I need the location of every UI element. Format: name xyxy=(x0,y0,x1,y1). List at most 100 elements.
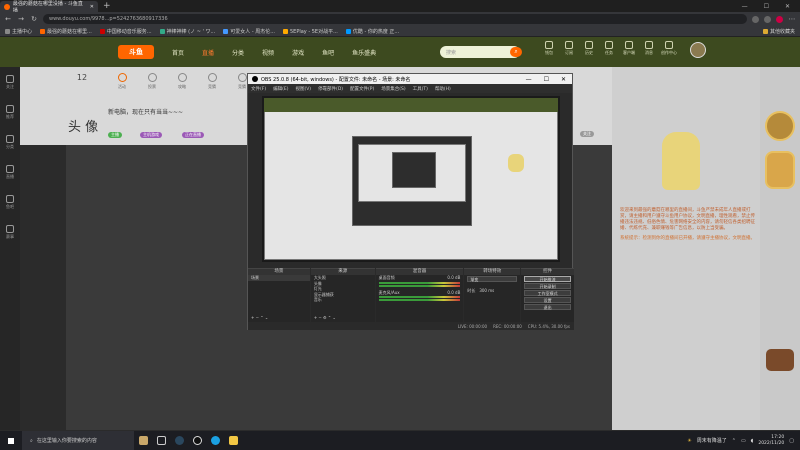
rail-live[interactable]: 直播 xyxy=(0,157,20,187)
rail-category[interactable]: 分类 xyxy=(0,127,20,157)
tray-chevron-icon[interactable]: ⌃ xyxy=(732,438,736,444)
quiz-icon[interactable]: 竞猜 xyxy=(198,73,226,90)
obs-menu-help[interactable]: 帮助(H) xyxy=(435,86,451,92)
steam-icon[interactable] xyxy=(170,431,188,450)
maximize-button[interactable]: ☐ xyxy=(764,3,769,10)
tab-close-icon[interactable]: ✕ xyxy=(90,4,94,10)
scene-item[interactable]: 场景 xyxy=(248,275,310,281)
obs-preview[interactable] xyxy=(262,96,560,262)
vote-icon[interactable]: 投票 xyxy=(138,73,166,90)
close-button[interactable]: ✕ xyxy=(785,3,790,10)
bookmark-folder[interactable]: 其他收藏夹 xyxy=(762,28,795,35)
start-recording-button[interactable]: 开始录制 xyxy=(524,283,571,289)
back-icon[interactable]: ← xyxy=(4,15,12,23)
edge-icon[interactable] xyxy=(206,431,224,450)
client-icon[interactable]: 客户端 xyxy=(620,41,638,56)
toolbar-count[interactable]: 12 xyxy=(68,73,96,82)
nav-live[interactable]: 直播 xyxy=(202,48,214,57)
notification-icon[interactable]: ▢ xyxy=(789,438,794,444)
obs-menu-docks[interactable]: 停靠部件(D) xyxy=(318,86,343,92)
activity-icon[interactable]: 活动 xyxy=(108,73,136,90)
obs-maximize-button[interactable]: ☐ xyxy=(544,76,549,83)
start-streaming-button[interactable]: 开始推流 xyxy=(524,276,571,282)
news-text[interactable]: 周末有降温了 xyxy=(697,437,727,444)
event-badge[interactable] xyxy=(766,349,794,371)
network-icon[interactable]: ▭ xyxy=(741,438,746,444)
nav-category[interactable]: 分类 xyxy=(232,48,244,57)
clock[interactable]: 17:20 2022/11/20 xyxy=(758,435,784,447)
browser-menu-icon[interactable]: ⋯ xyxy=(788,15,796,23)
obs-menu-edit[interactable]: 编辑(E) xyxy=(273,86,288,92)
task-icon[interactable]: 任务 xyxy=(600,41,618,56)
bookmark-item[interactable]: 最强的蘑菇在哪里... xyxy=(40,28,92,35)
taskbar-widget-icon[interactable] xyxy=(134,431,152,450)
guide-icon[interactable]: 攻略 xyxy=(168,73,196,90)
volume-meter xyxy=(378,281,461,284)
event-badge[interactable] xyxy=(765,151,795,189)
obs-menu-view[interactable]: 视图(V) xyxy=(295,86,311,92)
extension-icon[interactable] xyxy=(752,15,759,23)
scene-add-icon[interactable]: + − ⌃ ⌄ xyxy=(248,315,268,321)
tag-badge[interactable]: 主机游戏 xyxy=(140,132,162,138)
obs-close-button[interactable]: ✕ xyxy=(561,76,566,83)
rail-follow[interactable]: 关注 xyxy=(0,67,20,97)
taskbar-search[interactable]: ⌕ 在这里输入你要搜索的内容 xyxy=(22,431,134,450)
nav-festival[interactable]: 鱼乐盛典 xyxy=(352,48,376,57)
event-badge[interactable] xyxy=(765,111,795,141)
duration-input[interactable]: 300 ms xyxy=(479,288,494,294)
task-view-icon[interactable] xyxy=(152,431,170,450)
history-icon[interactable]: 历史 xyxy=(580,41,598,56)
wallet-icon[interactable]: 钱包 xyxy=(540,41,558,56)
weather-icon: ☀ xyxy=(687,437,692,444)
obs-minimize-button[interactable]: — xyxy=(526,76,532,83)
studio-mode-button[interactable]: 工作室模式 xyxy=(524,290,571,296)
browser-tab-active[interactable]: 最强的蘑菇在哪里没播 - 斗鱼直播 ✕ xyxy=(0,1,98,14)
cpu-status: CPU: 5.4%, 30.00 fps xyxy=(527,323,570,329)
file-explorer-icon[interactable] xyxy=(224,431,242,450)
nav-video[interactable]: 视频 xyxy=(262,48,274,57)
obs-menu-tools[interactable]: 工具(T) xyxy=(413,86,428,92)
bookmark-item[interactable]: 可爱女人 - 周杰伦... xyxy=(223,28,275,35)
extension-icon[interactable] xyxy=(764,15,771,23)
user-avatar[interactable] xyxy=(690,42,706,58)
subscribe-icon[interactable]: 订阅 xyxy=(560,41,578,56)
bookmark-item[interactable]: 优酷 - 你的热度 正... xyxy=(345,28,399,35)
rail-event[interactable]: 赛事 xyxy=(0,217,20,247)
tag-badge[interactable]: 正在直播 xyxy=(182,132,204,138)
obs-title: OBS 25.0.8 (64-bit, windows) - 配置文件: 未命名… xyxy=(261,76,411,83)
volume-icon[interactable]: ◖ xyxy=(751,438,754,444)
minimize-button[interactable]: — xyxy=(742,3,748,10)
nav-yuba[interactable]: 鱼吧 xyxy=(322,48,334,57)
bookmark-item[interactable]: 中国移动音乐服务... xyxy=(99,28,152,35)
nav-home[interactable]: 首页 xyxy=(172,48,184,57)
bookmark-item[interactable]: 主播中心 xyxy=(5,28,32,35)
exit-button[interactable]: 退出 xyxy=(524,304,571,310)
transition-select[interactable]: 渐变 xyxy=(467,276,518,282)
new-tab-button[interactable]: + xyxy=(103,1,111,11)
follow-button[interactable]: 关注 xyxy=(580,131,594,137)
site-search-input[interactable]: 搜索 xyxy=(440,46,520,58)
nav-game[interactable]: 游戏 xyxy=(292,48,304,57)
search-icon[interactable]: ⌕ xyxy=(510,47,522,57)
preview-nested-header xyxy=(264,98,558,112)
url-field[interactable]: www.douyu.com/9978...p=5242763680917336 xyxy=(43,14,747,24)
obs-taskbar-icon[interactable] xyxy=(188,431,206,450)
rail-yuba[interactable]: 鱼吧 xyxy=(0,187,20,217)
obs-menu-scenecollection[interactable]: 场景集合(S) xyxy=(381,86,405,92)
message-icon[interactable]: 消息 xyxy=(640,41,658,56)
rail-recommend[interactable]: 推荐 xyxy=(0,97,20,127)
reload-icon[interactable]: ↻ xyxy=(30,15,38,23)
bookmark-item[interactable]: 5EPlay - 5E对战平... xyxy=(283,28,338,35)
creator-icon[interactable]: 创作中心 xyxy=(660,41,678,56)
start-button[interactable] xyxy=(0,431,22,450)
source-add-icon[interactable]: + − ⚙ ⌃ ⌄ xyxy=(311,315,336,321)
bookmark-item[interactable]: 神棒神棒 (ノ ~ ' ワ... xyxy=(159,28,215,35)
obs-menu-file[interactable]: 文件(F) xyxy=(251,86,266,92)
obs-menu-profile[interactable]: 配置文件(P) xyxy=(350,86,374,92)
source-item[interactable]: 音乐 xyxy=(311,297,375,303)
douyu-logo[interactable]: 斗鱼 xyxy=(118,45,154,59)
profile-avatar[interactable] xyxy=(776,15,783,23)
sources-dock: 来源 大头照 头像 灯光 显示器捕获 音乐 + − ⚙ ⌃ ⌄ xyxy=(310,268,375,322)
forward-icon[interactable]: → xyxy=(17,15,25,23)
settings-button[interactable]: 设置 xyxy=(524,297,571,303)
